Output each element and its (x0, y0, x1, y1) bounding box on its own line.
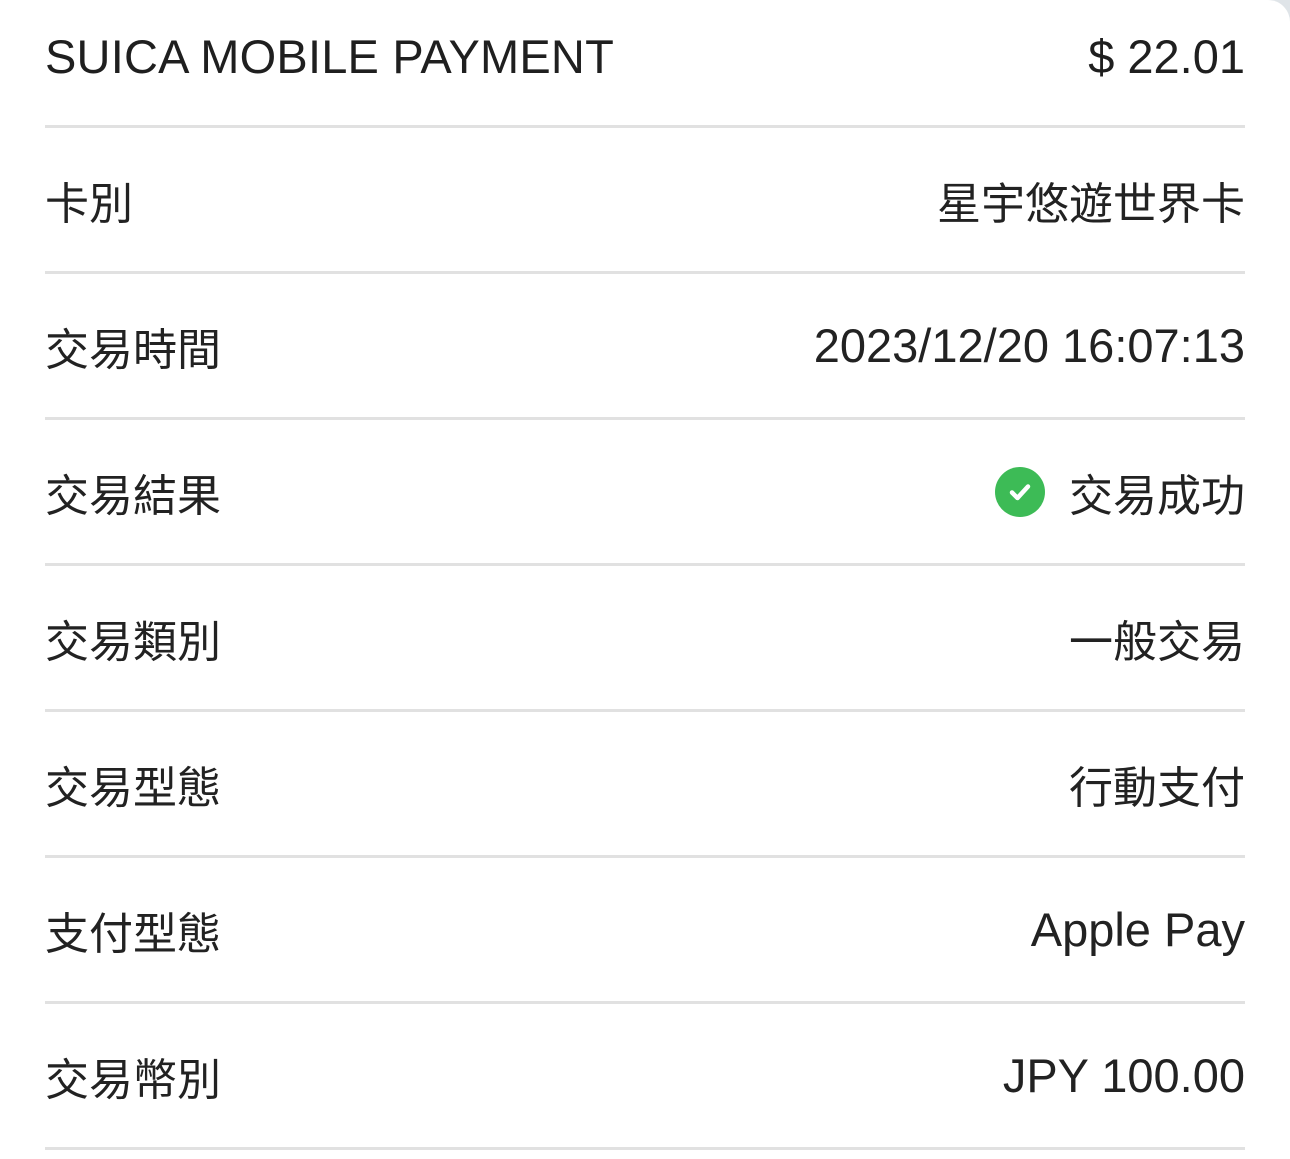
detail-row-card-type: 卡別 星宇悠遊世界卡 (45, 128, 1245, 274)
detail-row-currency: 交易幣別 JPY 100.00 (45, 1004, 1245, 1150)
transaction-result-text: 交易成功 (1069, 470, 1245, 522)
transaction-result-label: 交易結果 (45, 470, 221, 522)
detail-row-transaction-result: 交易結果 交易成功 (45, 420, 1245, 566)
detail-row-transaction-time: 交易時間 2023/12/20 16:07:13 (45, 274, 1245, 420)
transaction-category-label: 交易類別 (45, 616, 221, 668)
card-type-label: 卡別 (45, 178, 133, 230)
detail-list: 卡別 星宇悠遊世界卡 交易時間 2023/12/20 16:07:13 交易結果… (45, 128, 1245, 1150)
check-circle-icon (995, 466, 1045, 517)
transaction-amount: $ 22.01 (1088, 30, 1245, 83)
currency-label: 交易幣別 (45, 1054, 221, 1106)
transaction-mode-value: 行動支付 (1069, 762, 1245, 814)
payment-type-label: 支付型態 (45, 908, 221, 960)
detail-row-transaction-category: 交易類別 一般交易 (45, 566, 1245, 712)
transaction-category-value: 一般交易 (1069, 616, 1245, 668)
currency-value: JPY 100.00 (1002, 1049, 1245, 1102)
detail-row-payment-type: 支付型態 Apple Pay (45, 858, 1245, 1004)
detail-row-transaction-mode: 交易型態 行動支付 (45, 712, 1245, 858)
transaction-mode-label: 交易型態 (45, 762, 221, 814)
transaction-time-label: 交易時間 (45, 324, 221, 376)
transaction-detail-card: SUICA MOBILE PAYMENT $ 22.01 卡別 星宇悠遊世界卡 … (0, 0, 1290, 1159)
transaction-result-value: 交易成功 (995, 460, 1245, 524)
transaction-header: SUICA MOBILE PAYMENT $ 22.01 (45, 0, 1245, 128)
payment-type-value: Apple Pay (1030, 903, 1245, 956)
card-type-value: 星宇悠遊世界卡 (937, 178, 1245, 230)
transaction-time-value: 2023/12/20 16:07:13 (813, 319, 1245, 372)
merchant-name: SUICA MOBILE PAYMENT (45, 30, 614, 83)
